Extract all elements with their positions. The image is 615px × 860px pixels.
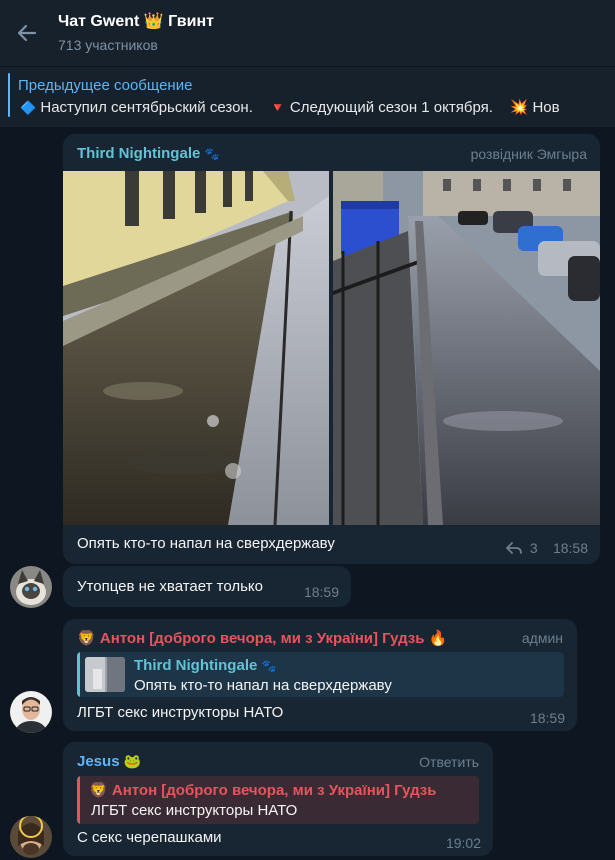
back-arrow-icon[interactable] bbox=[14, 20, 40, 46]
paw-icon: 🐾 bbox=[204, 147, 220, 161]
pinned-message[interactable]: Предыдущее сообщение 🔷 Наступил сентябрь… bbox=[0, 66, 615, 127]
message-text: Опять кто-то напал на сверхдержаву bbox=[77, 535, 335, 552]
reply-text: ЛГБТ секс инструкторы НАТО bbox=[91, 802, 298, 819]
avatar-cat[interactable] bbox=[10, 566, 52, 608]
collision-icon: 💥 bbox=[509, 99, 529, 116]
frog-icon: 🐸 bbox=[123, 753, 142, 769]
reply-count[interactable]: 3 bbox=[506, 540, 538, 556]
blue-diamond-icon: 🔷 bbox=[20, 100, 37, 115]
reply-author: 🦁 Антон [доброго вечора, ми з України] Г… bbox=[89, 781, 436, 799]
red-triangle-icon: 🔻 bbox=[269, 100, 286, 115]
reply-accent-bar bbox=[77, 652, 80, 697]
sender-name-text: Антон [доброго вечора, ми з України] Гуд… bbox=[99, 630, 425, 647]
avatar-user[interactable] bbox=[10, 816, 52, 858]
reply-text: Опять кто-то напал на сверхдержаву bbox=[134, 677, 392, 694]
reply-arrow-icon bbox=[506, 542, 522, 554]
pinned-text-part1: Наступил сентябрьский сезон. bbox=[40, 99, 253, 116]
message-time: 18:59 bbox=[529, 710, 565, 726]
reply-author-text: Антон [доброго вечора, ми з України] Гуд… bbox=[111, 782, 437, 799]
photo-album bbox=[63, 171, 600, 525]
message-time: 18:58 bbox=[552, 540, 588, 556]
pinned-label: Предыдущее сообщение bbox=[18, 77, 193, 94]
reply-author: Third Nightingale 🐾 bbox=[134, 657, 276, 674]
reply-thumbnail bbox=[85, 657, 125, 692]
message-time: 18:59 bbox=[303, 584, 339, 600]
message-text: Утопцев не хватает только bbox=[77, 578, 263, 595]
avatar-user[interactable] bbox=[10, 691, 52, 733]
sender-rank: админ bbox=[521, 630, 563, 646]
pinned-text-part2: Следующий сезон 1 октября. bbox=[289, 99, 493, 116]
lion-icon: 🦁 bbox=[77, 630, 96, 647]
chat-title[interactable]: Чат Gwent 👑 Гвинт bbox=[58, 11, 214, 31]
message-bubble-reply[interactable]: Jesus 🐸 Ответить 🦁 Антон [доброго вечора… bbox=[63, 742, 493, 856]
fire-icon: 🔥 bbox=[428, 630, 448, 647]
paw-icon: 🐾 bbox=[261, 659, 277, 673]
chat-header: Чат Gwent 👑 Гвинт 713 участников bbox=[0, 0, 615, 66]
message-bubble-reply[interactable]: 🦁 Антон [доброго вечора, ми з України] Г… bbox=[63, 619, 577, 731]
sender-name-text: Jesus bbox=[77, 753, 120, 770]
reply-action-button[interactable]: Ответить bbox=[419, 754, 479, 770]
photo-right[interactable] bbox=[333, 171, 600, 525]
lion-icon: 🦁 bbox=[89, 782, 108, 799]
sender-name-text: Third Nightingale bbox=[77, 145, 201, 162]
reply-count-value: 3 bbox=[529, 540, 538, 556]
reply-quote[interactable]: Third Nightingale 🐾 Опять кто-то напал н… bbox=[77, 652, 564, 697]
sender-name[interactable]: 🦁 Антон [доброго вечора, ми з України] Г… bbox=[77, 629, 447, 647]
reply-author-text: Third Nightingale bbox=[134, 657, 258, 674]
message-time: 19:02 bbox=[445, 835, 481, 851]
sender-name[interactable]: Third Nightingale 🐾 bbox=[77, 145, 219, 162]
reply-accent-bar bbox=[77, 776, 80, 824]
pinned-text: 🔷 Наступил сентябрьский сезон. 🔻 Следующ… bbox=[20, 98, 560, 116]
pinned-text-part3: Нов bbox=[532, 99, 560, 116]
photo-left[interactable] bbox=[63, 171, 329, 525]
message-bubble-text[interactable]: Утопцев не хватает только 18:59 bbox=[63, 566, 351, 607]
reply-quote[interactable]: 🦁 Антон [доброго вечора, ми з України] Г… bbox=[77, 776, 479, 824]
message-text: ЛГБТ секс инструкторы НАТО bbox=[77, 704, 284, 721]
member-count[interactable]: 713 участников bbox=[58, 37, 158, 53]
message-bubble-photo[interactable]: Third Nightingale 🐾 розвідник Эмгыра Опя… bbox=[63, 134, 600, 564]
sender-name[interactable]: Jesus 🐸 bbox=[77, 753, 141, 770]
pinned-accent-bar bbox=[8, 73, 10, 117]
sender-rank: розвідник Эмгыра bbox=[470, 146, 587, 162]
message-text: С секс черепашками bbox=[77, 829, 222, 846]
